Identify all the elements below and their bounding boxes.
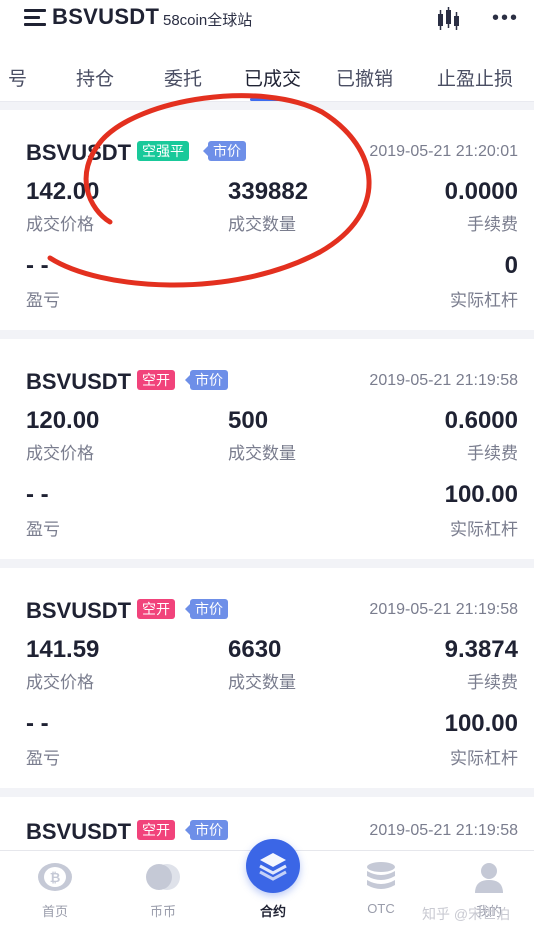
nav-otc-label: OTC [367,901,395,916]
tab-partial[interactable]: 号 [8,64,27,91]
order-type-badge: 市价 [185,820,228,840]
price-label: 成交价格 [26,444,94,463]
trade-symbol: BSVUSDT [26,598,132,623]
order-type-badge: 市价 [203,141,246,161]
svg-text:₿: ₿ [50,871,61,886]
trade-time: 2019-05-21 21:20:01 [369,143,518,160]
qty-label: 成交数量 [228,673,296,692]
fee-label: 手续费 [467,444,518,463]
side-badge: 空开 [137,820,175,840]
qty-label: 成交数量 [228,215,296,234]
order-type-badge: 市价 [185,370,228,390]
zhihu-watermark: 知乎 @宋世泊 [422,906,511,922]
trade-time: 2019-05-21 21:19:58 [369,822,518,839]
qty-label: 成交数量 [228,444,296,463]
pnl-value: - - [26,252,49,279]
layers-icon [246,839,300,893]
nav-home-label: 首页 [41,904,68,919]
tab-cancelled[interactable]: 已撤销 [336,64,393,91]
order-type-badge: 市价 [185,599,228,619]
pnl-label: 盈亏 [26,749,60,768]
trade-time: 2019-05-21 21:19:58 [369,601,518,618]
fee-value: 0.6000 [444,407,518,434]
pnl-value: - - [26,481,49,508]
trade-symbol: BSVUSDT [26,819,132,844]
trade-card[interactable]: BSVUSDT 空强平 市价 2019-05-21 21:20:01 142.0… [0,110,534,330]
coins-icon [146,864,180,890]
fee-value: 0.0000 [444,178,518,205]
tab-tp-sl[interactable]: 止盈止损 [437,64,513,91]
order-tabs: 号 持仓 委托 已成交 已撤销 止盈止损 [0,44,534,102]
menu-icon[interactable] [24,9,46,27]
pnl-value: - - [26,710,49,737]
tab-orders[interactable]: 委托 [164,64,202,91]
leverage-label: 实际杠杆 [450,291,518,310]
leverage-value: 0 [504,252,518,279]
candlestick-chart-icon[interactable] [436,6,460,32]
side-badge: 空强平 [137,141,189,161]
active-tab-indicator [250,98,290,101]
nav-home[interactable]: ₿ 首页 [2,851,108,934]
nav-otc[interactable]: OTC [328,851,434,934]
fee-value: 9.3874 [444,636,518,663]
bitcoin-coin-icon: ₿ [38,863,72,891]
pnl-label: 盈亏 [26,520,60,539]
leverage-value: 100.00 [444,481,518,508]
qty-value: 339882 [228,178,309,205]
trade-time: 2019-05-21 21:19:58 [369,372,518,389]
database-stack-icon [367,862,395,889]
trade-symbol: BSVUSDT [26,369,132,394]
price-value: 141.59 [26,636,100,663]
user-icon [475,863,503,893]
tab-filled[interactable]: 已成交 [244,64,301,91]
nav-spot-label: 币币 [149,904,176,919]
top-header: BSVUSDT 58coin全球站 ••• [0,0,534,44]
trade-card[interactable]: BSVUSDT 空开 市价 2019-05-21 21:19:58 120.00… [0,339,534,559]
price-label: 成交价格 [26,673,94,692]
exchange-subtitle: 58coin全球站 [163,12,253,29]
leverage-label: 实际杠杆 [450,749,518,768]
leverage-label: 实际杠杆 [450,520,518,539]
price-value: 142.00 [26,178,100,205]
nav-contract[interactable]: 合约 [220,839,326,934]
nav-spot[interactable]: 币币 [110,851,216,934]
more-options-icon[interactable]: ••• [492,8,519,28]
trade-symbol: BSVUSDT [26,140,132,165]
leverage-value: 100.00 [444,710,518,737]
pair-title[interactable]: BSVUSDT [52,4,159,30]
fee-label: 手续费 [467,215,518,234]
trade-card[interactable]: BSVUSDT 空开 市价 2019-05-21 21:19:58 141.59… [0,568,534,788]
pnl-label: 盈亏 [26,291,60,310]
tab-positions[interactable]: 持仓 [76,64,114,91]
side-badge: 空开 [137,599,175,619]
price-value: 120.00 [26,407,100,434]
qty-value: 500 [228,407,269,434]
fee-label: 手续费 [467,673,518,692]
price-label: 成交价格 [26,215,94,234]
nav-contract-label: 合约 [259,904,286,919]
side-badge: 空开 [137,370,175,390]
qty-value: 6630 [228,636,282,663]
